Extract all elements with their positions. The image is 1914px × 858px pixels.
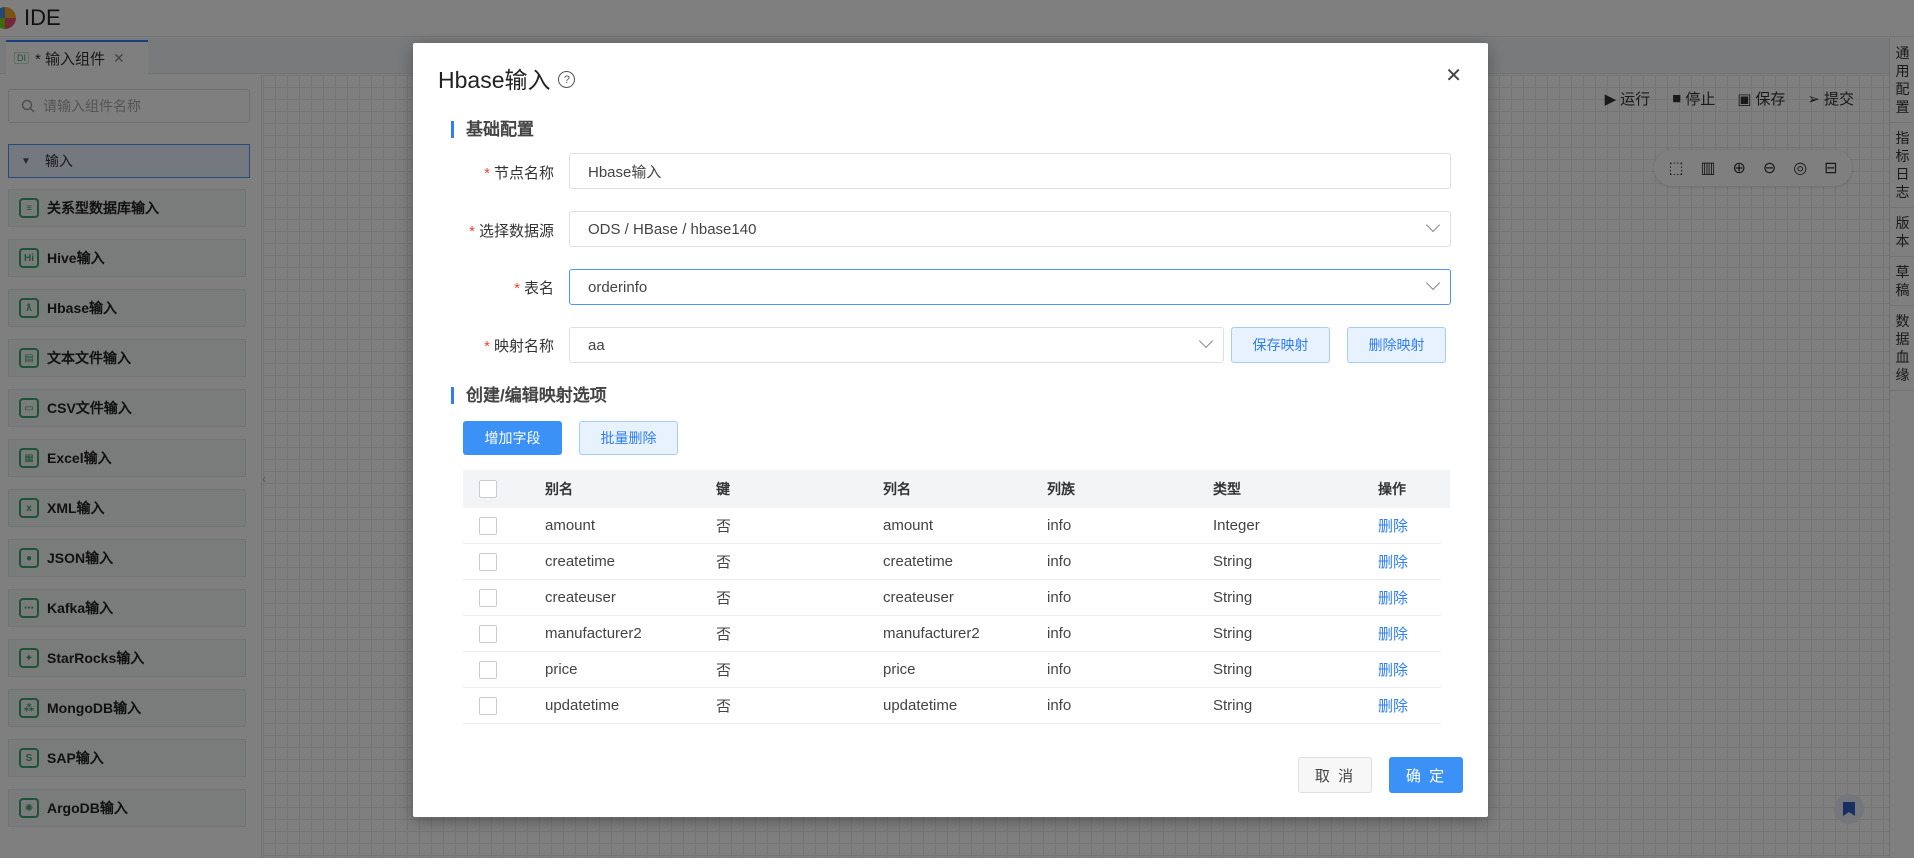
header-alias: 别名: [545, 481, 573, 497]
help-icon[interactable]: ?: [558, 71, 576, 88]
cell-type: String: [1213, 625, 1253, 642]
table-row: createtime 否 createtime info String 删除: [463, 544, 1441, 580]
cell-alias: createtime: [545, 553, 616, 570]
mapping-table: 别名 键 列名 列族 类型 操作 amount 否 amount info Intege…: [463, 470, 1450, 724]
save-mapping-button[interactable]: 保存映射: [1231, 327, 1330, 363]
cell-alias: manufacturer2: [545, 625, 642, 642]
delete-row-link[interactable]: 删除: [1378, 587, 1408, 608]
delete-row-link[interactable]: 删除: [1378, 623, 1408, 644]
delete-row-link[interactable]: 删除: [1378, 515, 1408, 536]
header-operation: 操作: [1378, 481, 1406, 497]
cell-column: updatetime: [883, 697, 958, 714]
row-checkbox[interactable]: [479, 552, 497, 571]
cell-family: info: [1047, 517, 1072, 534]
cell-type: String: [1213, 697, 1253, 714]
table-row: updatetime 否 updatetime info String 删除: [463, 688, 1441, 724]
row-checkbox[interactable]: [479, 588, 497, 607]
cell-alias: updatetime: [545, 697, 620, 714]
cell-key: 否: [716, 554, 732, 571]
cell-type: String: [1213, 589, 1253, 606]
add-field-button[interactable]: 增加字段: [463, 421, 562, 455]
cell-column: createtime: [883, 553, 954, 570]
mapping-name-label: * 映射名称: [484, 338, 554, 355]
dialog-title: Hbase输入 ?: [438, 61, 576, 95]
table-body: amount 否 amount info Integer 删除 createtime 否 cre…: [463, 508, 1450, 724]
cell-key: 否: [716, 518, 732, 535]
cell-column: price: [883, 661, 916, 678]
cell-family: info: [1047, 553, 1072, 570]
cell-column: amount: [883, 517, 934, 534]
table-name-select[interactable]: orderinfo: [569, 269, 1451, 305]
close-icon[interactable]: ✕: [1445, 63, 1462, 88]
cell-key: 否: [716, 662, 732, 679]
cell-type: String: [1213, 553, 1253, 570]
delete-mapping-button[interactable]: 删除映射: [1347, 327, 1446, 363]
datasource-label: * 选择数据源: [469, 223, 554, 240]
cell-type: String: [1213, 661, 1253, 678]
cancel-button[interactable]: 取 消: [1298, 757, 1372, 793]
header-key: 键: [716, 481, 730, 497]
cell-column: createuser: [883, 589, 954, 606]
table-row: createuser 否 createuser info String 删除: [463, 580, 1441, 616]
row-checkbox[interactable]: [479, 516, 497, 535]
row-checkbox[interactable]: [479, 624, 497, 643]
table-header: 别名 键 列名 列族 类型 操作: [463, 470, 1450, 508]
cell-family: info: [1047, 625, 1072, 642]
chevron-down-icon: [1425, 275, 1441, 291]
cell-key: 否: [716, 590, 732, 607]
cell-type: Integer: [1213, 517, 1260, 534]
cell-key: 否: [716, 626, 732, 643]
table-row: price 否 price info String 删除: [463, 652, 1441, 688]
row-checkbox[interactable]: [479, 696, 497, 715]
delete-row-link[interactable]: 删除: [1378, 551, 1408, 572]
row-checkbox[interactable]: [479, 660, 497, 679]
cell-key: 否: [716, 698, 732, 715]
node-name-input[interactable]: Hbase输入: [569, 153, 1451, 189]
section-basic-config: 基础配置: [451, 121, 534, 138]
section-mapping-options: 创建/编辑映射选项: [451, 387, 607, 404]
header-column: 列名: [883, 481, 911, 497]
table-row: amount 否 amount info Integer 删除: [463, 508, 1441, 544]
header-type: 类型: [1213, 481, 1241, 497]
cell-family: info: [1047, 589, 1072, 606]
confirm-button[interactable]: 确 定: [1389, 757, 1463, 793]
delete-row-link[interactable]: 删除: [1378, 659, 1408, 680]
header-family: 列族: [1047, 481, 1075, 497]
cell-family: info: [1047, 697, 1072, 714]
table-name-label: * 表名: [514, 280, 554, 297]
cell-alias: amount: [545, 517, 596, 534]
cell-alias: createuser: [545, 589, 616, 606]
batch-delete-button[interactable]: 批量删除: [579, 421, 678, 455]
delete-row-link[interactable]: 删除: [1378, 695, 1408, 716]
cell-alias: price: [545, 661, 578, 678]
table-row: manufacturer2 否 manufacturer2 info String 删除: [463, 616, 1441, 652]
chevron-down-icon: [1198, 333, 1214, 349]
select-all-checkbox[interactable]: [479, 480, 497, 498]
cell-family: info: [1047, 661, 1072, 678]
datasource-select[interactable]: ODS / HBase / hbase140: [569, 211, 1451, 247]
mapping-name-select[interactable]: aa: [569, 327, 1224, 363]
cell-column: manufacturer2: [883, 625, 980, 642]
chevron-down-icon: [1425, 217, 1441, 233]
node-name-label: * 节点名称: [484, 165, 554, 182]
hbase-input-dialog: Hbase输入 ? ✕ 基础配置 * 节点名称 Hbase输入 * 选择数据源 OD…: [413, 43, 1488, 817]
